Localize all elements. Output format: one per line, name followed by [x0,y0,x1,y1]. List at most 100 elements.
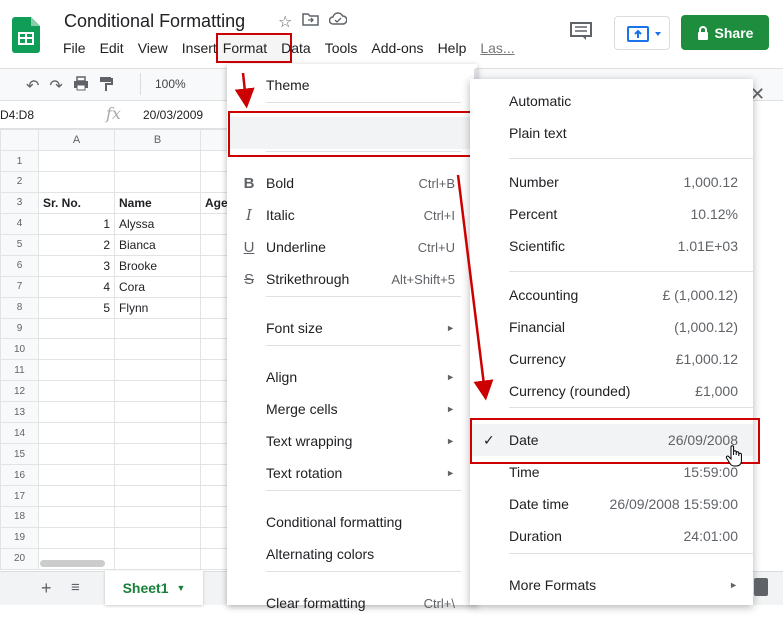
row-header[interactable]: 6 [0,254,39,277]
cell-a[interactable] [38,317,115,340]
menu-view[interactable]: View [138,40,168,60]
cell-b[interactable] [114,464,201,487]
cell-a[interactable] [38,443,115,466]
cell-c[interactable] [200,170,231,193]
row-header[interactable]: 1 [0,150,39,172]
paint-format-icon[interactable] [99,76,113,97]
column-header-a[interactable]: A [38,128,115,152]
number-format-accounting[interactable]: Accounting £ (1,000.12) [470,279,753,311]
cell-c[interactable] [200,505,231,528]
star-icon[interactable]: ☆ [278,12,292,32]
print-icon[interactable] [73,76,89,97]
cell-a[interactable] [38,401,115,424]
select-all-corner[interactable] [0,128,39,152]
format-menu-item-clear-formatting[interactable]: Clear formatting Ctrl+\ [227,587,477,619]
row-header[interactable]: 19 [0,526,39,549]
cell-b[interactable]: Brooke [114,254,201,277]
cell-c[interactable] [200,359,231,382]
cell-c[interactable] [200,443,231,466]
row-header[interactable]: 18 [0,505,39,528]
sheet-tab-active[interactable]: Sheet1 ▼ [105,571,203,605]
undo-icon[interactable]: ↶ [26,76,39,97]
number-format-automatic[interactable]: Automatic [470,85,753,117]
cell-b[interactable] [114,547,201,571]
number-format-currency[interactable]: Currency £1,000.12 [470,343,753,375]
format-menu-item-underline[interactable]: U Underline Ctrl+U [227,231,477,263]
cell-b[interactable] [114,338,201,361]
format-menu-item-merge-cells[interactable]: Merge cells ► [227,393,477,425]
row-header[interactable]: 14 [0,422,39,445]
row-header[interactable]: 10 [0,338,39,361]
cell-c[interactable] [200,422,231,445]
cell-b[interactable] [114,443,201,466]
format-menu-item-italic[interactable]: I Italic Ctrl+I [227,199,477,231]
cell-c[interactable] [200,547,231,571]
menu-edit[interactable]: Edit [100,40,124,60]
cell-b[interactable] [114,359,201,382]
cell-c[interactable] [200,485,231,507]
row-header[interactable]: 16 [0,464,39,487]
side-panel-toggle[interactable] [754,578,768,596]
number-format-financial[interactable]: Financial (1,000.12) [470,311,753,343]
redo-icon[interactable]: ↷ [49,76,62,97]
row-header[interactable]: 8 [0,296,39,319]
formula-input[interactable]: 20/03/2009 [143,108,203,122]
cell-a[interactable] [38,505,115,528]
row-header[interactable]: 12 [0,380,39,403]
cell-c[interactable] [200,338,231,361]
number-format-scientific[interactable]: Scientific 1.01E+03 [470,230,753,262]
cell-b[interactable]: Bianca [114,233,201,256]
cell-c[interactable] [200,150,231,172]
cell-a[interactable]: 3 [38,254,115,277]
cell-a[interactable] [38,338,115,361]
cell-a[interactable] [38,422,115,445]
menu-tools[interactable]: Tools [325,40,358,60]
format-menu-item-align[interactable]: Align ► [227,361,477,393]
menu-help[interactable]: Help [438,40,467,60]
row-header[interactable]: 7 [0,275,39,298]
format-menu-item-strikethrough[interactable]: S Strikethrough Alt+Shift+5 [227,263,477,295]
cell-a[interactable]: 2 [38,233,115,256]
menu-insert[interactable]: Insert [182,40,217,60]
cell-a[interactable]: 5 [38,296,115,319]
cell-b[interactable]: Name [114,191,201,214]
cell-a[interactable] [38,359,115,382]
share-button[interactable]: Share [681,15,769,50]
format-menu-item-text-wrapping[interactable]: Text wrapping ► [227,425,477,457]
cell-a[interactable] [38,150,115,172]
row-header[interactable]: 5 [0,233,39,256]
cell-b[interactable] [114,401,201,424]
cell-c[interactable] [200,317,231,340]
column-header-b[interactable]: B [114,128,201,152]
zoom-select[interactable]: 100% [155,77,186,91]
cell-c[interactable] [200,212,231,235]
number-format-number[interactable]: Number 1,000.12 [470,166,753,198]
format-menu-item-text-rotation[interactable]: Text rotation ► [227,457,477,489]
cell-a[interactable] [38,464,115,487]
format-menu-item-alternating-colors[interactable]: Alternating colors [227,538,477,570]
menu-file[interactable]: File [63,40,86,60]
menu-data[interactable]: Data [281,40,311,60]
cell-a[interactable] [38,485,115,507]
menu-format[interactable]: Format [223,40,267,60]
cell-b[interactable]: Cora [114,275,201,298]
number-format-date-time[interactable]: Date time 26/09/2008 15:59:00 [470,488,753,520]
format-menu-item-bold[interactable]: B Bold Ctrl+B [227,167,477,199]
cell-b[interactable] [114,380,201,403]
format-menu-item-conditional-formatting[interactable]: Conditional formatting [227,506,477,538]
cell-b[interactable]: Flynn [114,296,201,319]
cell-b[interactable] [114,505,201,528]
cell-b[interactable]: Alyssa [114,212,201,235]
cell-b[interactable] [114,526,201,549]
horizontal-scrollbar[interactable] [40,560,105,567]
number-format-plain-text[interactable]: Plain text [470,117,753,149]
document-title[interactable]: Conditional Formatting [64,11,245,32]
last-edit-link[interactable]: Las... [480,40,514,60]
cell-b[interactable] [114,485,201,507]
row-header[interactable]: 2 [0,170,39,193]
number-format-currency-rounded[interactable]: Currency (rounded) £1,000 [470,375,753,407]
cell-c[interactable] [200,296,231,319]
cell-c[interactable] [200,526,231,549]
row-header[interactable]: 9 [0,317,39,340]
cell-b[interactable] [114,150,201,172]
